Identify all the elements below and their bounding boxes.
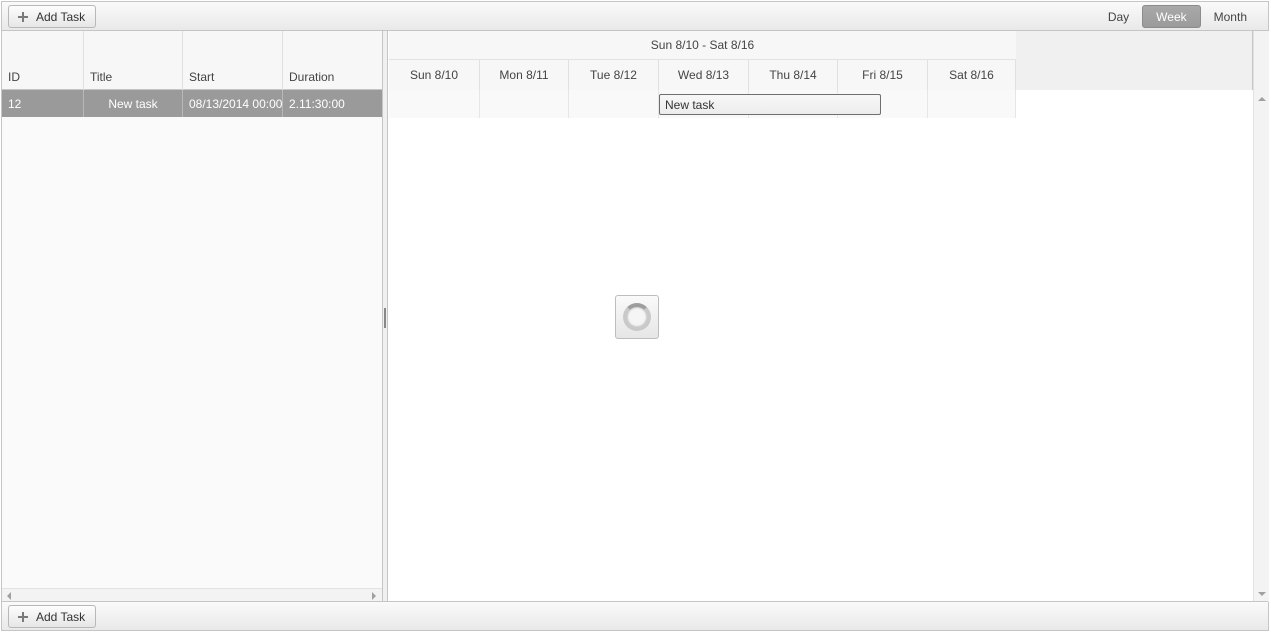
footer-add-task-button[interactable]: Add Task [8,605,97,628]
add-task-label: Add Task [36,9,86,24]
column-header-id[interactable]: ID [2,31,84,90]
cell-start: 08/13/2014 00:00 [183,90,283,117]
vertical-scrollbar[interactable] [1253,31,1269,602]
day-header: Sun 8/10 [389,60,480,90]
task-grid: ID Title Start Duration 12 New task 08/1… [2,31,383,602]
loading-spinner-icon [623,303,651,331]
cell-duration: 2.11:30:00 [289,96,345,111]
view-month-button[interactable]: Month [1201,5,1260,28]
scroll-right-arrow-icon[interactable] [372,592,376,600]
grid-header: ID Title Start Duration [2,31,382,90]
column-header-duration[interactable]: Duration [283,31,382,90]
timeline-body: New task [389,90,1253,602]
scroll-up-arrow-icon[interactable] [1258,97,1266,101]
splitter-grip-icon[interactable] [384,308,386,328]
day-headers: Sun 8/10 Mon 8/11 Tue 8/12 Wed 8/13 Thu … [389,60,1016,90]
plus-icon [18,11,28,22]
column-header-start[interactable]: Start [183,31,283,90]
week-range-label: Sun 8/10 - Sat 8/16 [389,31,1016,60]
cell-title: New task [84,90,183,117]
timeline-pane: Sun 8/10 - Sat 8/16 Sun 8/10 Mon 8/11 Tu… [389,31,1269,602]
add-task-button[interactable]: Add Task [8,5,97,28]
day-column [480,90,569,118]
day-header: Fri 8/15 [838,60,928,90]
day-header: Wed 8/13 [659,60,749,90]
day-header: Tue 8/12 [569,60,659,90]
footer-add-task-label: Add Task [36,609,86,624]
task-bar[interactable]: New task [659,94,881,115]
bottom-toolbar: Add Task [2,601,1268,630]
horizontal-scrollbar[interactable] [2,588,382,602]
day-header: Sat 8/16 [928,60,1016,90]
scroll-down-arrow-icon[interactable] [1258,592,1266,596]
gantt-chart: Add Task Day Week Month ID Title Start D… [1,1,1269,631]
day-column [389,90,480,118]
timeline-header: Sun 8/10 - Sat 8/16 Sun 8/10 Mon 8/11 Tu… [389,31,1269,90]
view-day-button[interactable]: Day [1095,5,1142,28]
header-filler [1016,31,1253,90]
scroll-left-arrow-icon[interactable] [7,592,11,600]
day-column [569,90,659,118]
plus-icon [18,611,28,622]
column-header-title[interactable]: Title [84,31,183,90]
view-week-button[interactable]: Week [1142,5,1201,28]
top-toolbar: Add Task Day Week Month [2,2,1268,31]
day-header: Mon 8/11 [480,60,569,90]
cell-id: 12 [2,90,84,117]
day-column [928,90,1016,118]
loading-indicator [615,295,659,339]
table-row[interactable]: 12 New task 08/13/2014 00:00 2.11:30:00 [2,90,382,117]
pane-splitter[interactable] [383,31,388,602]
view-switcher: Day Week Month [1095,5,1260,28]
day-header: Thu 8/14 [749,60,838,90]
